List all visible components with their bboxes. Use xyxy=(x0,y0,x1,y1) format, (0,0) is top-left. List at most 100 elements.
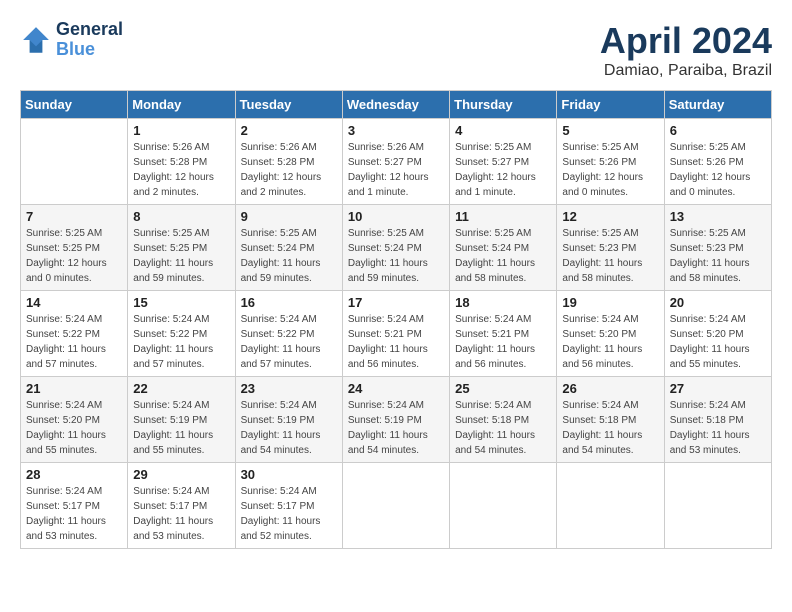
day-cell: 22 Sunrise: 5:24 AMSunset: 5:19 PMDayligh… xyxy=(128,377,235,463)
day-number: 3 xyxy=(348,123,444,138)
day-cell xyxy=(664,463,771,549)
day-detail: Sunrise: 5:26 AMSunset: 5:28 PMDaylight:… xyxy=(133,140,229,200)
day-detail: Sunrise: 5:24 AMSunset: 5:22 PMDaylight:… xyxy=(133,312,229,372)
day-number: 5 xyxy=(562,123,658,138)
day-cell: 3 Sunrise: 5:26 AMSunset: 5:27 PMDaylight… xyxy=(342,119,449,205)
day-detail: Sunrise: 5:25 AMSunset: 5:24 PMDaylight:… xyxy=(455,226,551,286)
header-tuesday: Tuesday xyxy=(235,91,342,119)
day-number: 20 xyxy=(670,295,766,310)
header-wednesday: Wednesday xyxy=(342,91,449,119)
day-cell: 23Sunrise: 5:24 AMSunset: 5:19 PMDayligh… xyxy=(235,377,342,463)
day-detail: Sunrise: 5:24 AMSunset: 5:18 PMDaylight:… xyxy=(670,398,766,458)
day-number: 10 xyxy=(348,209,444,224)
day-cell: 8 Sunrise: 5:25 AMSunset: 5:25 PMDaylight… xyxy=(128,205,235,291)
day-cell xyxy=(21,119,128,205)
day-number: 11 xyxy=(455,209,551,224)
logo-line1: General xyxy=(56,20,123,40)
day-number: 13 xyxy=(670,209,766,224)
calendar-location: Damiao, Paraiba, Brazil xyxy=(600,62,772,80)
header-monday: Monday xyxy=(128,91,235,119)
day-number: 12 xyxy=(562,209,658,224)
day-number: 17 xyxy=(348,295,444,310)
day-cell: 18 Sunrise: 5:24 AMSunset: 5:21 PMDayligh… xyxy=(450,291,557,377)
day-cell: 5 Sunrise: 5:25 AMSunset: 5:26 PMDaylight… xyxy=(557,119,664,205)
day-cell: 2 Sunrise: 5:26 AMSunset: 5:28 PMDaylight… xyxy=(235,119,342,205)
day-cell: 4 Sunrise: 5:25 AMSunset: 5:27 PMDaylight… xyxy=(450,119,557,205)
day-detail: Sunrise: 5:24 AMSunset: 5:18 PMDaylight:… xyxy=(455,398,551,458)
week-row-2: 7 Sunrise: 5:25 AMSunset: 5:25 PMDaylight… xyxy=(21,205,772,291)
day-cell: 10 Sunrise: 5:25 AMSunset: 5:24 PMDayligh… xyxy=(342,205,449,291)
week-row-4: 21 Sunrise: 5:24 AMSunset: 5:20 PMDayligh… xyxy=(21,377,772,463)
day-number: 9 xyxy=(241,209,337,224)
day-cell: 30Sunrise: 5:24 AMSunset: 5:17 PMDayligh… xyxy=(235,463,342,549)
day-number: 28 xyxy=(26,467,122,482)
day-number: 24 xyxy=(348,381,444,396)
week-row-3: 14 Sunrise: 5:24 AMSunset: 5:22 PMDayligh… xyxy=(21,291,772,377)
day-number: 29 xyxy=(133,467,229,482)
day-cell: 9 Sunrise: 5:25 AMSunset: 5:24 PMDaylight… xyxy=(235,205,342,291)
day-number: 23 xyxy=(241,381,337,396)
day-number: 1 xyxy=(133,123,229,138)
day-detail: Sunrise: 5:25 AMSunset: 5:25 PMDaylight:… xyxy=(26,226,122,286)
day-detail: Sunrise: 5:25 AMSunset: 5:26 PMDaylight:… xyxy=(562,140,658,200)
day-number: 7 xyxy=(26,209,122,224)
day-cell: 6 Sunrise: 5:25 AMSunset: 5:26 PMDaylight… xyxy=(664,119,771,205)
day-detail: Sunrise: 5:25 AMSunset: 5:26 PMDaylight:… xyxy=(670,140,766,200)
day-cell: 11 Sunrise: 5:25 AMSunset: 5:24 PMDayligh… xyxy=(450,205,557,291)
day-detail: Sunrise: 5:24 AMSunset: 5:18 PMDaylight:… xyxy=(562,398,658,458)
day-number: 6 xyxy=(670,123,766,138)
day-detail: Sunrise: 5:26 AMSunset: 5:27 PMDaylight:… xyxy=(348,140,444,200)
day-cell: 16Sunrise: 5:24 AMSunset: 5:22 PMDayligh… xyxy=(235,291,342,377)
day-number: 2 xyxy=(241,123,337,138)
day-number: 15 xyxy=(133,295,229,310)
day-detail: Sunrise: 5:24 AMSunset: 5:20 PMDaylight:… xyxy=(26,398,122,458)
day-detail: Sunrise: 5:26 AMSunset: 5:28 PMDaylight:… xyxy=(241,140,337,200)
day-cell: 28 Sunrise: 5:24 AMSunset: 5:17 PMDayligh… xyxy=(21,463,128,549)
header-row: SundayMondayTuesdayWednesdayThursdayFrid… xyxy=(21,91,772,119)
day-number: 25 xyxy=(455,381,551,396)
day-detail: Sunrise: 5:25 AMSunset: 5:23 PMDaylight:… xyxy=(670,226,766,286)
day-number: 4 xyxy=(455,123,551,138)
day-detail: Sunrise: 5:24 AMSunset: 5:22 PMDaylight:… xyxy=(241,312,337,372)
day-number: 19 xyxy=(562,295,658,310)
day-cell: 17Sunrise: 5:24 AMSunset: 5:21 PMDayligh… xyxy=(342,291,449,377)
day-detail: Sunrise: 5:25 AMSunset: 5:23 PMDaylight:… xyxy=(562,226,658,286)
day-detail: Sunrise: 5:25 AMSunset: 5:27 PMDaylight:… xyxy=(455,140,551,200)
day-detail: Sunrise: 5:24 AMSunset: 5:19 PMDaylight:… xyxy=(133,398,229,458)
header-sunday: Sunday xyxy=(21,91,128,119)
day-number: 30 xyxy=(241,467,337,482)
day-detail: Sunrise: 5:24 AMSunset: 5:21 PMDaylight:… xyxy=(455,312,551,372)
header-saturday: Saturday xyxy=(664,91,771,119)
header-thursday: Thursday xyxy=(450,91,557,119)
day-number: 18 xyxy=(455,295,551,310)
calendar-title: April 2024 xyxy=(600,20,772,62)
day-cell: 27Sunrise: 5:24 AMSunset: 5:18 PMDayligh… xyxy=(664,377,771,463)
day-number: 14 xyxy=(26,295,122,310)
day-cell xyxy=(557,463,664,549)
day-detail: Sunrise: 5:24 AMSunset: 5:19 PMDaylight:… xyxy=(348,398,444,458)
day-detail: Sunrise: 5:25 AMSunset: 5:24 PMDaylight:… xyxy=(348,226,444,286)
day-number: 22 xyxy=(133,381,229,396)
day-cell: 1 Sunrise: 5:26 AMSunset: 5:28 PMDaylight… xyxy=(128,119,235,205)
day-cell: 24 Sunrise: 5:24 AMSunset: 5:19 PMDayligh… xyxy=(342,377,449,463)
day-cell: 29 Sunrise: 5:24 AMSunset: 5:17 PMDayligh… xyxy=(128,463,235,549)
week-row-1: 1 Sunrise: 5:26 AMSunset: 5:28 PMDaylight… xyxy=(21,119,772,205)
day-cell: 15 Sunrise: 5:24 AMSunset: 5:22 PMDayligh… xyxy=(128,291,235,377)
day-detail: Sunrise: 5:24 AMSunset: 5:17 PMDaylight:… xyxy=(26,484,122,544)
day-cell: 14Sunrise: 5:24 AMSunset: 5:22 PMDayligh… xyxy=(21,291,128,377)
day-cell: 26 Sunrise: 5:24 AMSunset: 5:18 PMDayligh… xyxy=(557,377,664,463)
day-detail: Sunrise: 5:25 AMSunset: 5:24 PMDaylight:… xyxy=(241,226,337,286)
day-detail: Sunrise: 5:24 AMSunset: 5:17 PMDaylight:… xyxy=(133,484,229,544)
logo-line2: Blue xyxy=(56,40,123,60)
day-cell: 25 Sunrise: 5:24 AMSunset: 5:18 PMDayligh… xyxy=(450,377,557,463)
day-cell: 19Sunrise: 5:24 AMSunset: 5:20 PMDayligh… xyxy=(557,291,664,377)
day-number: 8 xyxy=(133,209,229,224)
day-number: 26 xyxy=(562,381,658,396)
calendar-table: SundayMondayTuesdayWednesdayThursdayFrid… xyxy=(20,90,772,549)
day-cell: 21 Sunrise: 5:24 AMSunset: 5:20 PMDayligh… xyxy=(21,377,128,463)
day-number: 21 xyxy=(26,381,122,396)
day-detail: Sunrise: 5:25 AMSunset: 5:25 PMDaylight:… xyxy=(133,226,229,286)
logo: General Blue xyxy=(20,20,123,60)
day-cell xyxy=(342,463,449,549)
logo-icon xyxy=(20,24,52,56)
